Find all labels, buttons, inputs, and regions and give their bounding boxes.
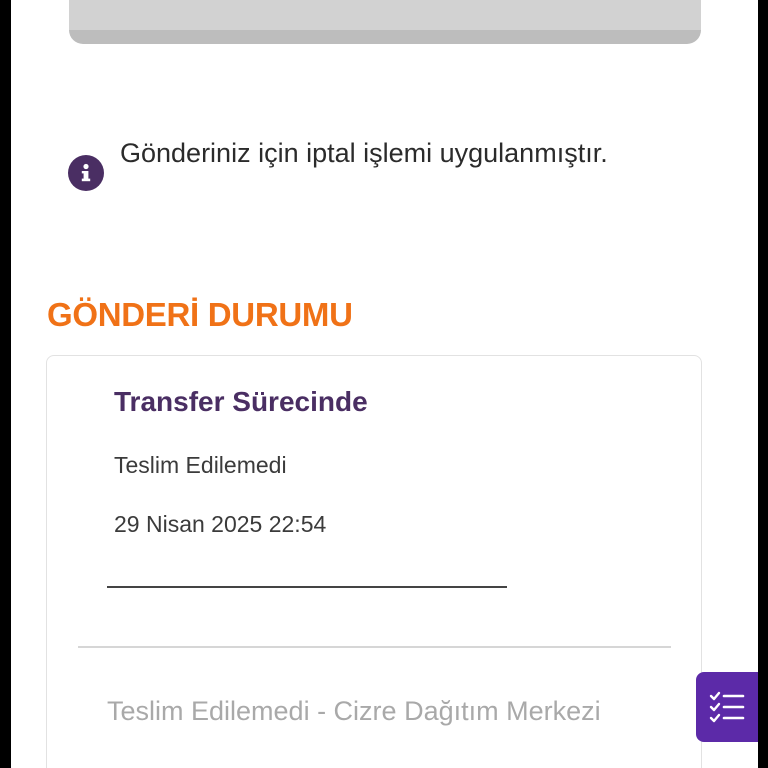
- section-title: GÖNDERİ DURUMU: [47, 296, 353, 333]
- status-subtitle: Teslim Edilemedi: [114, 452, 287, 478]
- checklist-icon: [709, 691, 745, 723]
- info-icon: [68, 155, 104, 191]
- status-title: Transfer Sürecinde: [114, 386, 368, 417]
- screen: Gönderiniz için iptal işlemi uygulanmışt…: [11, 0, 758, 768]
- top-panel: [69, 0, 701, 44]
- checklist-button[interactable]: [696, 672, 758, 742]
- status-card: Transfer Sürecinde Teslim Edilemedi 29 N…: [46, 355, 702, 768]
- status-datetime: 29 Nisan 2025 22:54: [114, 511, 327, 537]
- divider: [78, 646, 671, 648]
- divider: [107, 586, 507, 588]
- notice-text: Gönderiniz için iptal işlemi uygulanmışt…: [120, 138, 608, 168]
- top-panel-inner: [69, 0, 701, 30]
- history-item: Teslim Edilemedi - Cizre Dağıtım Merkezi: [107, 696, 601, 726]
